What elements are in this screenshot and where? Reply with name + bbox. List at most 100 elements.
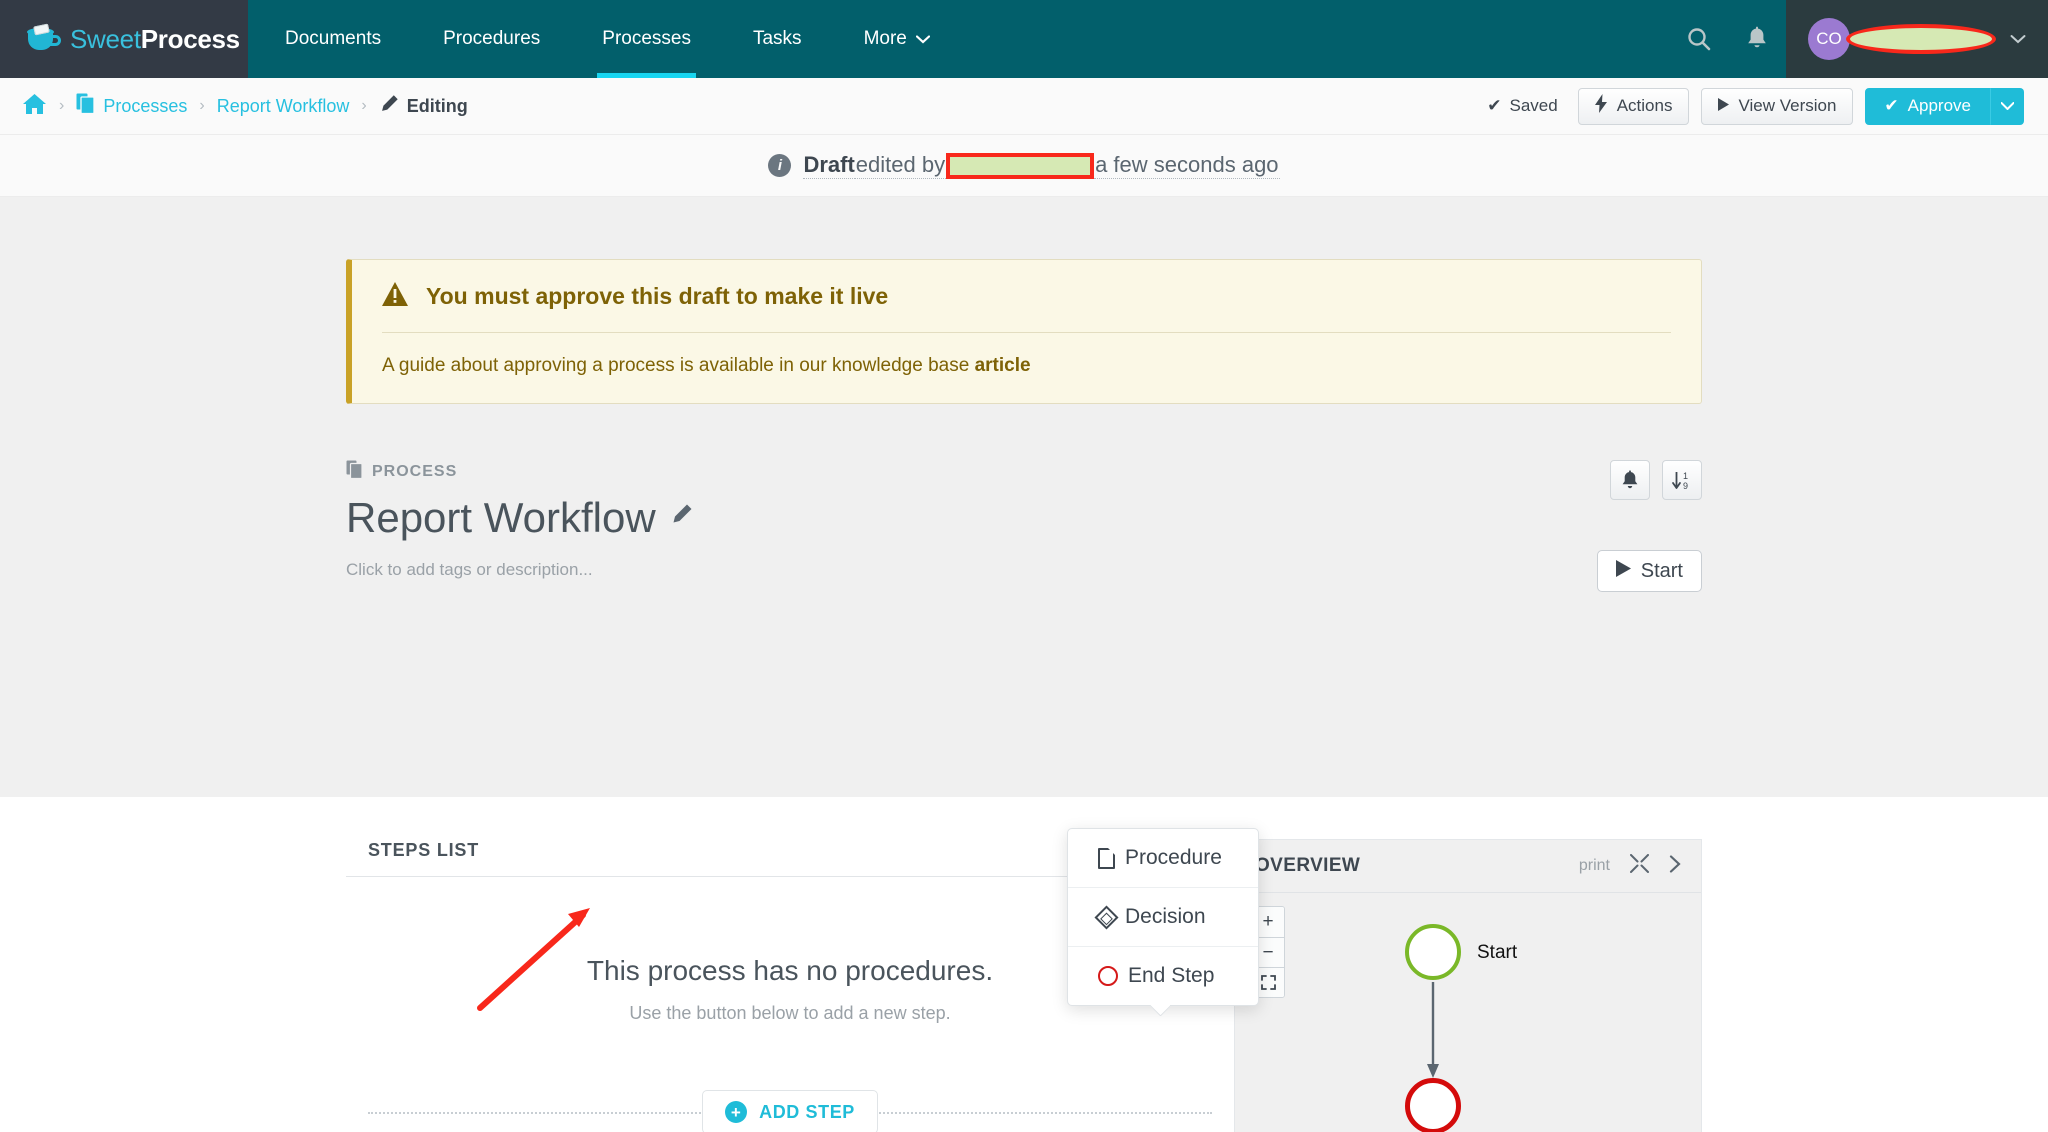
play-icon [1615, 559, 1631, 583]
info-icon: i [768, 154, 792, 177]
approve-button[interactable]: ✔ Approve [1865, 87, 1990, 125]
approve-button-group: ✔ Approve [1865, 87, 2024, 125]
approve-dropdown-toggle[interactable] [1990, 87, 2024, 125]
nav-label: Processes [602, 28, 691, 49]
nav-label: Documents [285, 28, 382, 49]
menu-item-decision[interactable]: Decision [1068, 887, 1258, 946]
brand-name-process: Process [140, 23, 240, 54]
check-icon: ✔ [1487, 96, 1502, 115]
brand-logo[interactable]: SweetProcess [0, 0, 248, 78]
svg-text:1: 1 [1683, 471, 1688, 481]
chevron-down-icon [915, 32, 930, 47]
nav-label: Procedures [443, 28, 541, 49]
menu-item-label: End Step [1128, 964, 1215, 987]
steps-list-title: STEPS LIST [368, 840, 480, 860]
expand-icon[interactable] [1630, 854, 1649, 878]
add-step-label: ADD STEP [759, 1101, 855, 1122]
menu-item-label: Decision [1125, 905, 1206, 928]
check-icon: ✔ [1884, 96, 1899, 115]
view-version-label: View Version [1738, 96, 1837, 115]
coffee-cup-icon [27, 23, 62, 54]
nav-item-procedures[interactable]: Procedures [412, 0, 571, 78]
saved-label: Saved [1509, 96, 1558, 115]
process-header-left: PROCESS Report Workflow Click to add tag… [346, 460, 693, 580]
steps-and-overview: STEPS LIST More This process has no proc… [346, 828, 1702, 1132]
pencil-icon [379, 94, 399, 119]
breadcrumb-separator: › [199, 97, 205, 114]
alert-body: A guide about approving a process is ava… [382, 333, 1671, 377]
add-step-menu: Procedure Decision End Step [1067, 828, 1259, 1006]
warning-icon [382, 282, 408, 310]
chevron-down-icon [2010, 31, 2026, 48]
diamond-icon [1094, 904, 1119, 930]
menu-item-label: Procedure [1125, 846, 1222, 869]
steps-empty-subtitle: Use the button below to add a new step. [629, 1003, 951, 1023]
pencil-icon[interactable] [670, 503, 693, 533]
steps-list-panel: STEPS LIST More This process has no proc… [346, 828, 1259, 1132]
process-icon-buttons: 1 9 [1610, 460, 1702, 500]
overview-actions: print [1579, 854, 1681, 878]
documents-icon [346, 460, 363, 484]
approve-label: Approve [1907, 96, 1971, 115]
breadcrumb-separator: › [361, 97, 367, 114]
user-menu[interactable]: CO [1786, 0, 2048, 78]
actions-button[interactable]: Actions [1577, 87, 1690, 125]
overview-print-link[interactable]: print [1579, 857, 1610, 875]
nav-item-documents[interactable]: Documents [254, 0, 412, 78]
nav-right-group: CO [1670, 0, 2048, 78]
overview-panel: OVERVIEW print + − Start [1234, 839, 1702, 1132]
menu-pointer-arrow [1150, 1005, 1170, 1016]
documents-icon [76, 93, 95, 119]
draft-edited-by-text: edited by [854, 152, 947, 179]
red-circle-icon [1098, 966, 1118, 986]
view-version-button[interactable]: View Version [1701, 87, 1854, 125]
process-title-text: Report Workflow [346, 494, 656, 541]
breadcrumb-separator: › [59, 97, 65, 114]
play-icon [1718, 96, 1730, 116]
nav-item-processes[interactable]: Processes [571, 0, 722, 78]
brand-name-sweet: Sweet [70, 23, 141, 54]
approval-alert: You must approve this draft to make it l… [346, 259, 1702, 404]
alert-body-text: A guide about approving a process is ava… [382, 355, 975, 376]
menu-item-end-step[interactable]: End Step [1068, 946, 1258, 1005]
flow-node-end[interactable] [1405, 1078, 1461, 1132]
alert-title-row: You must approve this draft to make it l… [382, 282, 1671, 333]
bell-icon[interactable] [1728, 0, 1786, 78]
sort-numeric-button[interactable]: 1 9 [1662, 460, 1702, 500]
breadcrumb-item-processes[interactable]: Processes [76, 93, 187, 119]
process-description-placeholder[interactable]: Click to add tags or description... [346, 560, 693, 580]
nav-items: Documents Procedures Processes Tasks Mor… [254, 0, 961, 78]
saved-status: ✔ Saved [1487, 96, 1557, 116]
draft-word: Draft [803, 152, 855, 179]
nav-item-more[interactable]: More [833, 0, 961, 78]
document-icon [1098, 847, 1115, 869]
search-icon[interactable] [1670, 0, 1728, 78]
plus-circle-icon: + [725, 1101, 748, 1123]
start-label: Start [1640, 559, 1683, 582]
home-icon[interactable] [22, 93, 47, 119]
subscribe-bell-button[interactable] [1610, 460, 1650, 500]
nav-label: Tasks [752, 28, 802, 49]
svg-text:9: 9 [1683, 481, 1688, 491]
breadcrumb-item-report-workflow[interactable]: Report Workflow [217, 96, 350, 117]
flow-connector [1427, 982, 1439, 1078]
process-header-right: 1 9 Start [1596, 460, 1702, 592]
brand-name: SweetProcess [70, 24, 240, 55]
start-process-button[interactable]: Start [1596, 550, 1702, 592]
overview-title: OVERVIEW [1255, 855, 1361, 876]
breadcrumb-label: Editing [406, 95, 468, 116]
menu-item-procedure[interactable]: Procedure [1068, 829, 1258, 887]
add-step-row: + ADD STEP [368, 1090, 1212, 1132]
process-kicker: PROCESS [346, 460, 693, 484]
alert-article-link[interactable]: article [975, 355, 1031, 376]
process-flow-diagram: Start End [1235, 896, 1701, 1132]
breadcrumb-label: Processes [103, 95, 188, 116]
chevron-right-icon[interactable] [1669, 854, 1681, 878]
overview-panel-col: OVERVIEW print + − Start [1234, 839, 1702, 1132]
avatar: CO [1808, 18, 1850, 60]
nav-item-tasks[interactable]: Tasks [722, 0, 833, 78]
draft-time-text: a few seconds ago [1094, 152, 1280, 179]
breadcrumb: › Processes › Report Workflow › Editing [22, 93, 468, 119]
breadcrumb-item-editing: Editing [379, 94, 468, 119]
add-step-button[interactable]: + ADD STEP [702, 1090, 878, 1132]
